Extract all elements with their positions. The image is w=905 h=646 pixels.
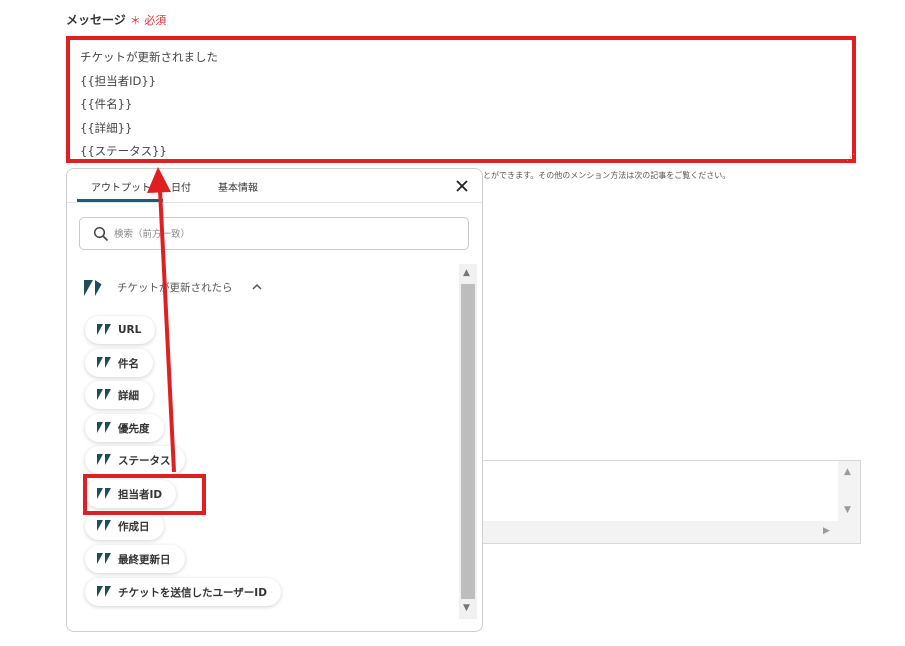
zendesk-icon [97, 422, 111, 433]
zendesk-icon [97, 324, 111, 335]
zendesk-logo-icon [84, 280, 104, 296]
output-item-priority[interactable]: 優先度 [85, 414, 164, 442]
zendesk-icon [97, 553, 111, 564]
message-line: チケットが更新されました [80, 50, 218, 64]
message-field-label: メッセージ＊ 必須 [66, 11, 166, 28]
scroll-down-icon[interactable]: ▼ [463, 603, 470, 613]
output-item-label: 最終更新日 [118, 553, 171, 566]
required-indicator: ＊ 必須 [130, 14, 167, 27]
output-item-label: チケットを送信したユーザーID [118, 586, 267, 599]
popup-scrollbar[interactable]: ▲ ▼ [459, 264, 477, 619]
required-text: 必須 [144, 14, 167, 27]
resize-handle-icon[interactable]: ⋰ [846, 153, 856, 163]
zendesk-icon [97, 357, 111, 368]
chevron-up-icon[interactable] [251, 281, 263, 293]
message-line: {{件名}} [80, 97, 133, 111]
zendesk-icon [97, 389, 111, 400]
output-group-title: チケットが更新されたら [117, 282, 233, 294]
required-mark: ＊ [129, 14, 141, 27]
horizontal-scrollbar[interactable]: ▶ [483, 521, 860, 543]
search-icon [93, 226, 109, 242]
search-field[interactable] [79, 217, 469, 250]
annotation-highlight-box [83, 474, 206, 515]
zendesk-icon [97, 586, 111, 597]
tab-divider [67, 202, 482, 203]
message-textarea[interactable]: チケットが更新されました {{担当者ID}} {{件名}} {{詳細}} {{ス… [66, 36, 856, 163]
output-item-status[interactable]: ステータス [85, 446, 185, 474]
output-item-requester-id[interactable]: チケットを送信したユーザーID [85, 578, 281, 606]
output-item-label: 件名 [118, 357, 139, 370]
scroll-right-icon[interactable]: ▶ [823, 526, 830, 536]
output-item-details[interactable]: 詳細 [85, 381, 153, 409]
message-line: {{ステータス}} [80, 144, 167, 158]
output-item-updated-at[interactable]: 最終更新日 [85, 545, 185, 573]
scroll-up-icon[interactable]: ▲ [844, 467, 851, 477]
secondary-textarea[interactable]: ▲ ▼ ▶ [482, 460, 861, 544]
zendesk-icon [97, 520, 111, 531]
output-item-label: URL [118, 324, 142, 336]
output-item-label: 詳細 [118, 389, 139, 402]
message-line: {{詳細}} [80, 120, 133, 135]
output-item-label: 作成日 [118, 520, 150, 533]
tab-date[interactable]: 日付 [171, 179, 191, 194]
output-item-url[interactable]: URL [85, 316, 156, 344]
mention-hint-text: とができます。その他のメンション方法は次の記事をご覧ください。 [483, 171, 731, 180]
close-icon[interactable] [454, 178, 470, 194]
message-line: {{担当者ID}} [80, 73, 157, 88]
output-item-label: 優先度 [118, 422, 150, 435]
scroll-down-icon[interactable]: ▼ [844, 505, 851, 515]
tab-basic-info[interactable]: 基本情報 [218, 179, 258, 194]
output-item-label: ステータス [118, 454, 171, 467]
output-picker-popup: アウトプット 日付 基本情報 チケットが更新されたら URL 件名 詳細 [66, 168, 483, 632]
tab-output[interactable]: アウトプット [91, 179, 151, 194]
output-item-subject[interactable]: 件名 [85, 349, 153, 377]
message-label-text: メッセージ [66, 13, 126, 27]
scrollbar-thumb[interactable] [461, 284, 475, 599]
scroll-up-icon[interactable]: ▲ [463, 268, 470, 278]
search-input[interactable] [114, 225, 454, 243]
output-item-created-at[interactable]: 作成日 [85, 512, 164, 540]
zendesk-icon [97, 454, 111, 465]
